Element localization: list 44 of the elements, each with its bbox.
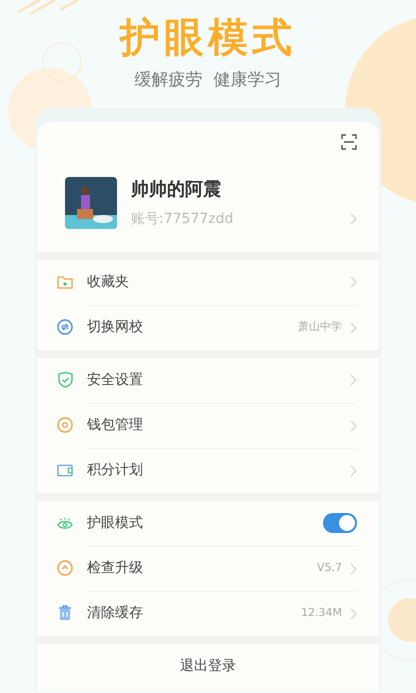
chevron-right-icon bbox=[350, 608, 357, 620]
menu-label: 收藏夹 bbox=[87, 272, 130, 292]
menu-value: 萧山中学 bbox=[298, 319, 342, 336]
card-icon bbox=[57, 464, 73, 476]
toggle-switch[interactable] bbox=[323, 513, 357, 533]
menu-item[interactable]: 钱包管理 bbox=[37, 402, 379, 448]
menu-item[interactable]: 收藏夹 bbox=[37, 260, 379, 304]
chevron-right-icon bbox=[350, 374, 357, 386]
eye-icon bbox=[57, 516, 73, 530]
page-title: 护眼模式 bbox=[120, 14, 296, 62]
menu-item[interactable]: 积分计划 bbox=[37, 448, 379, 492]
menu-label: 钱包管理 bbox=[87, 416, 144, 435]
switch-icon bbox=[57, 319, 73, 335]
menu-label: 切换网校 bbox=[87, 318, 144, 337]
menu-item[interactable]: 安全设置 bbox=[37, 358, 379, 402]
shield-icon bbox=[58, 372, 72, 388]
menu-label: 检查升级 bbox=[87, 559, 144, 578]
wallet-icon bbox=[57, 417, 73, 433]
chevron-right-icon bbox=[350, 276, 357, 288]
decorative-stripes bbox=[16, 0, 80, 16]
chevron-right-icon bbox=[350, 420, 357, 432]
upgrade-icon bbox=[57, 560, 73, 576]
logout-button[interactable]: 退出登录 bbox=[37, 644, 379, 690]
menu-value: 12.34M bbox=[301, 605, 342, 622]
scan-icon[interactable] bbox=[341, 134, 357, 150]
menu-label: 安全设置 bbox=[87, 370, 144, 390]
menu-label: 积分计划 bbox=[87, 461, 144, 480]
chevron-right-icon bbox=[350, 322, 357, 334]
user-name: 帅帅的阿震 bbox=[131, 178, 222, 202]
menu-label: 护眼模式 bbox=[87, 514, 144, 532]
decorative-ring bbox=[42, 42, 82, 82]
page-subtitle: 缓解疲劳 健康学习 bbox=[134, 69, 282, 92]
menu-item[interactable]: 护眼模式 bbox=[37, 500, 379, 546]
chevron-right-icon bbox=[350, 562, 357, 574]
menu-label: 清除缓存 bbox=[87, 604, 144, 623]
trash-icon bbox=[58, 605, 72, 621]
menu-item[interactable]: 切换网校 萧山中学 bbox=[37, 304, 379, 350]
folder-icon bbox=[57, 275, 73, 289]
menu-item[interactable]: 检查升级 V5.7 bbox=[37, 546, 379, 590]
chevron-right-icon bbox=[350, 213, 357, 225]
menu-item[interactable]: 清除缓存 12.34M bbox=[37, 590, 379, 636]
account-id: 账号:77577zdd bbox=[131, 210, 234, 228]
menu-value: V5.7 bbox=[316, 560, 342, 576]
chevron-right-icon bbox=[350, 464, 357, 476]
